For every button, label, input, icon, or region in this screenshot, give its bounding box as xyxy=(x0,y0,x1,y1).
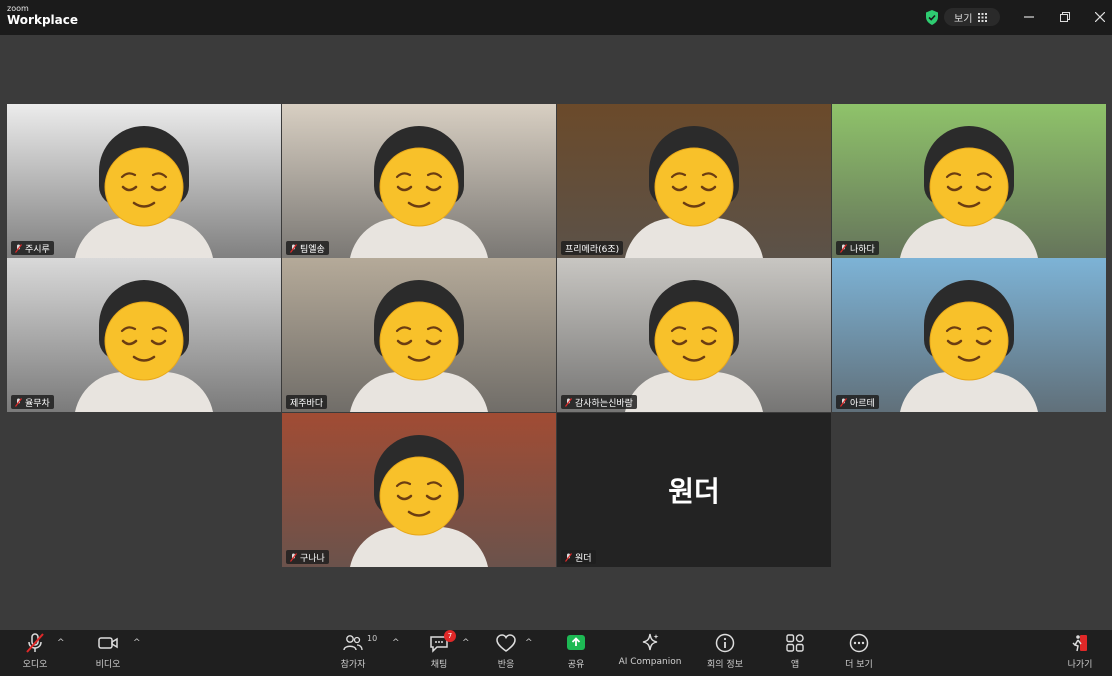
leave-door-icon xyxy=(1072,635,1087,652)
face-blur-emoji-icon xyxy=(104,147,184,227)
participant-name-label: 감사하는신바람 xyxy=(575,398,633,409)
participant-display-name: 원더 xyxy=(668,475,720,508)
muted-mic-icon xyxy=(565,397,572,407)
muted-mic-icon xyxy=(840,397,847,407)
participant-nameplate: 아르테 xyxy=(836,395,879,409)
meeting-info-button[interactable]: 회의 정보 xyxy=(690,632,760,670)
video-camera-icon xyxy=(98,637,118,649)
participant-video-tile[interactable]: 프리메라(6조) xyxy=(557,104,831,258)
minimize-icon[interactable] xyxy=(1020,8,1038,26)
leave-label: 나가기 xyxy=(1067,660,1093,670)
participant-nameplate: 율무차 xyxy=(11,395,54,409)
more-dots-icon xyxy=(849,633,869,653)
share-label: 공유 xyxy=(567,660,585,670)
view-button[interactable]: 보기 xyxy=(944,8,1000,26)
participant-name-label: 구나나 xyxy=(300,553,325,564)
view-label: 보기 xyxy=(954,13,973,25)
chat-options-chevron-icon[interactable]: ^ xyxy=(462,638,470,648)
face-blur-emoji-icon xyxy=(929,147,1009,227)
share-screen-icon xyxy=(567,635,585,650)
participant-name-label: 원더 xyxy=(575,553,592,564)
participants-options-chevron-icon[interactable]: ^ xyxy=(392,638,400,648)
video-options-chevron-icon[interactable]: ^ xyxy=(133,638,141,648)
restore-icon[interactable] xyxy=(1056,8,1074,26)
participant-nameplate: 나하다 xyxy=(836,241,879,255)
muted-mic-icon xyxy=(565,552,572,562)
participant-name-label: 아르테 xyxy=(850,398,875,409)
face-blur-emoji-icon xyxy=(929,301,1009,381)
participant-video-tile[interactable]: 나하다 xyxy=(832,104,1106,258)
face-blur-emoji-icon xyxy=(654,301,734,381)
more-button[interactable]: 더 보기 xyxy=(824,632,894,670)
participant-name-label: 제주바다 xyxy=(290,398,324,409)
participant-nameplate: 감사하는신바람 xyxy=(561,395,637,409)
participant-video-tile[interactable]: 감사하는신바람 xyxy=(557,258,831,412)
grid-view-icon xyxy=(978,12,988,22)
share-button[interactable]: 공유 xyxy=(541,632,611,670)
reactions-options-chevron-icon[interactable]: ^ xyxy=(525,638,533,648)
participant-video-tile[interactable]: 원더 원더 xyxy=(557,413,831,567)
chat-unread-badge: 7 xyxy=(444,630,456,642)
participant-video-tile[interactable]: 팀엘송 xyxy=(282,104,556,258)
sparkle-icon xyxy=(642,633,659,651)
participants-button[interactable]: 참가자 xyxy=(318,632,388,670)
participant-name-label: 나하다 xyxy=(850,244,875,255)
participants-label: 참가자 xyxy=(340,660,366,670)
participant-video-tile[interactable]: 주시루 xyxy=(7,104,281,258)
participant-video-tile[interactable]: 제주바다 xyxy=(282,258,556,412)
reactions-label: 반응 xyxy=(497,660,515,670)
ai-companion-button[interactable]: AI Companion xyxy=(615,632,685,667)
title-bar: zoom Workplace 보기 xyxy=(0,0,1112,35)
meeting-info-label: 회의 정보 xyxy=(707,660,743,670)
participant-nameplate: 프리메라(6조) xyxy=(561,241,624,255)
ai-companion-label: AI Companion xyxy=(618,657,682,667)
meeting-toolbar: 오디오 ^ 비디오 ^ 참가자 10 ^ 7 채팅 ^ 반응 ^ 공유 AI C… xyxy=(0,630,1112,676)
participant-name-label: 율무차 xyxy=(25,398,50,409)
audio-options-chevron-icon[interactable]: ^ xyxy=(57,638,65,648)
face-blur-emoji-icon xyxy=(379,456,459,536)
participant-video-tile[interactable]: 구나나 xyxy=(282,413,556,567)
participant-nameplate: 구나나 xyxy=(286,550,329,564)
muted-mic-icon xyxy=(840,243,847,253)
app-logo: zoom Workplace xyxy=(7,4,79,27)
participant-nameplate: 주시루 xyxy=(11,241,54,255)
participants-count: 10 xyxy=(367,634,378,643)
muted-mic-icon xyxy=(15,243,22,253)
muted-mic-icon xyxy=(26,633,44,653)
face-blur-emoji-icon xyxy=(379,301,459,381)
face-blur-emoji-icon xyxy=(104,301,184,381)
close-icon[interactable] xyxy=(1091,8,1109,26)
leave-button[interactable]: 나가기 xyxy=(1045,632,1112,670)
logo-zoom-text: zoom xyxy=(7,4,29,13)
info-icon xyxy=(715,633,735,653)
participant-video-tile[interactable]: 아르테 xyxy=(832,258,1106,412)
muted-mic-icon xyxy=(290,243,297,253)
participant-nameplate: 팀엘송 xyxy=(286,241,329,255)
video-label: 비디오 xyxy=(95,660,121,670)
apps-label: 앱 xyxy=(790,660,800,670)
video-grid: 주시루 팀엘송 프리메라(6조) 나하다 율무차 제주바다 감사하는신바람 아르… xyxy=(0,35,1112,630)
face-blur-emoji-icon xyxy=(654,147,734,227)
participant-name-label: 팀엘송 xyxy=(300,244,325,255)
muted-mic-icon xyxy=(15,397,22,407)
apps-button[interactable]: 앱 xyxy=(760,632,830,670)
audio-label: 오디오 xyxy=(22,660,48,670)
participant-nameplate: 원더 xyxy=(561,550,596,564)
muted-mic-icon xyxy=(290,552,297,562)
chat-label: 채팅 xyxy=(430,660,448,670)
apps-icon xyxy=(786,634,804,652)
logo-workplace-text: Workplace xyxy=(7,13,79,27)
participant-name-label: 주시루 xyxy=(25,244,50,255)
participant-nameplate: 제주바다 xyxy=(286,395,328,409)
security-shield-icon[interactable] xyxy=(925,10,939,25)
participants-icon xyxy=(343,635,363,651)
face-blur-emoji-icon xyxy=(379,147,459,227)
participant-video-tile[interactable]: 율무차 xyxy=(7,258,281,412)
heart-icon xyxy=(496,634,516,652)
participant-name-label: 프리메라(6조) xyxy=(565,244,620,255)
more-label: 더 보기 xyxy=(845,660,873,670)
